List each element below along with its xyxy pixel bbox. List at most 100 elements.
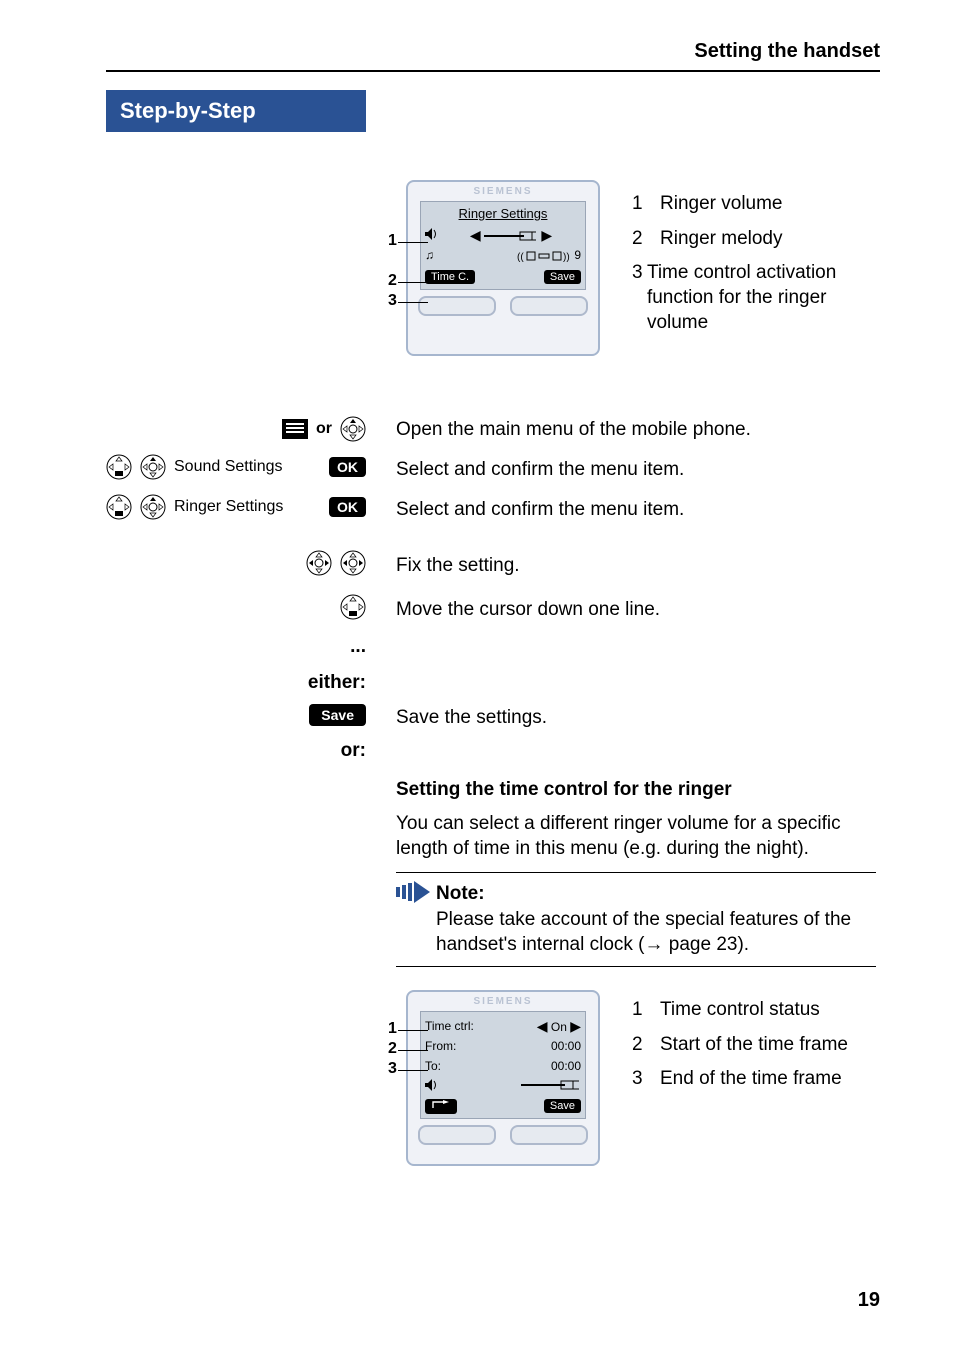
- softkeys: [418, 1125, 588, 1145]
- legend2-text-1: Time control status: [660, 998, 820, 1023]
- callout-1-line: [398, 1030, 428, 1031]
- device-brand: SIEMENS: [408, 186, 598, 197]
- nav-down-icon: [106, 454, 132, 480]
- handset-screen-time-control: SIEMENS Time ctrl: ◀ On ▶ From: 00:00 To…: [406, 990, 600, 1166]
- note-title: Note:: [436, 881, 876, 907]
- volume-slider-graphic: [521, 1079, 581, 1093]
- step-ringer-settings-row: Ringer Settings OK: [106, 494, 366, 520]
- step-by-step-banner: Step-by-Step: [106, 90, 366, 132]
- handset-screen-ringer-settings: SIEMENS Ringer Settings ◀ ▶: [406, 180, 600, 356]
- right-softkey: [510, 296, 588, 316]
- legend1-text-3: Time control activation function for the…: [647, 261, 882, 335]
- screen-row-to: To: 00:00: [425, 1056, 581, 1076]
- to-value: 00:00: [551, 1059, 581, 1073]
- step-move-cursor-icon: [106, 594, 366, 620]
- note-box: Note: Please take account of the special…: [396, 872, 876, 967]
- step-sound-settings-text: Select and confirm the menu item.: [396, 458, 876, 483]
- callout-2-line: [398, 282, 428, 283]
- header-rule: [106, 70, 880, 72]
- note-body-after: page 23).: [664, 934, 750, 955]
- left-softlabel: Time C.: [425, 270, 475, 284]
- device-screen: Ringer Settings ◀ ▶ ♫: [420, 201, 586, 290]
- legend1-num-2: 2: [632, 227, 660, 252]
- sound-settings-label: Sound Settings: [174, 458, 321, 476]
- speaker-icon: [425, 228, 441, 243]
- step-sound-settings-row: Sound Settings OK: [106, 454, 366, 480]
- ok-button: OK: [329, 457, 366, 477]
- nav-up-icon: [140, 454, 166, 480]
- right-softlabel: Save: [544, 1099, 581, 1113]
- screen-title: Ringer Settings: [425, 206, 581, 221]
- step-fix-setting-icons: [106, 550, 366, 576]
- screen-row-from: From: 00:00: [425, 1036, 581, 1056]
- legend1-item-1: 1 Ringer volume: [632, 192, 882, 217]
- softkeys: [418, 296, 588, 316]
- left-softkey: [418, 296, 496, 316]
- step-save-text: Save the settings.: [396, 706, 876, 731]
- right-softlabel: Save: [544, 270, 581, 284]
- back-softlabel: [425, 1099, 457, 1114]
- legend1-text-1: Ringer volume: [660, 192, 783, 217]
- nav-key-icon: [340, 416, 366, 442]
- ringer-settings-label: Ringer Settings: [174, 498, 321, 516]
- time-ctrl-value-text: On: [551, 1020, 567, 1034]
- legend2-num-2: 2: [632, 1033, 660, 1058]
- ellipsis: ...: [106, 636, 366, 658]
- legend2-text-2: Start of the time frame: [660, 1033, 848, 1058]
- subsection-para: You can select a different ringer volume…: [396, 812, 876, 861]
- step-open-menu-text: Open the main menu of the mobile phone.: [396, 418, 876, 443]
- step-ringer-settings-text: Select and confirm the menu item.: [396, 498, 876, 523]
- arrow-icon: →: [645, 934, 664, 955]
- legend2-num-1: 1: [632, 998, 660, 1023]
- device-screen: Time ctrl: ◀ On ▶ From: 00:00 To: 00:00: [420, 1011, 586, 1119]
- legend-device1: 1 Ringer volume 2 Ringer melody 3 Time c…: [632, 192, 882, 345]
- callout-3-line: [398, 302, 428, 303]
- nav-left-right-icon: [340, 550, 366, 576]
- legend2-text-3: End of the time frame: [660, 1067, 842, 1092]
- from-value: 00:00: [551, 1039, 581, 1053]
- callout-2: 2: [388, 272, 397, 290]
- page-number: 19: [858, 1289, 880, 1312]
- callout-3-line: [398, 1070, 428, 1071]
- note-bottom-rule: [396, 966, 876, 967]
- nav-down-icon: [340, 594, 366, 620]
- legend2-item-1: 1 Time control status: [632, 998, 882, 1023]
- step-open-menu-icons: or: [106, 416, 366, 442]
- legend1-num-1: 1: [632, 192, 660, 217]
- or-label: or: [316, 420, 332, 438]
- volume-slider-graphic: ◀ ▶: [441, 227, 581, 244]
- save-button: Save: [309, 704, 366, 726]
- save-button-wrap: Save: [106, 704, 366, 726]
- nav-down-icon: [106, 494, 132, 520]
- device-brand: SIEMENS: [408, 996, 598, 1007]
- legend-device2: 1 Time control status 2 Start of the tim…: [632, 998, 882, 1102]
- note-body-text: Please take account of the special featu…: [436, 907, 876, 958]
- subsection-heading: Setting the time control for the ringer: [396, 778, 876, 803]
- screen-row-timectrl: Time ctrl: ◀ On ▶: [425, 1016, 581, 1036]
- callout-3: 3: [388, 1060, 397, 1078]
- step-move-cursor-text: Move the cursor down one line.: [396, 598, 876, 623]
- page-header-title: Setting the handset: [694, 40, 880, 63]
- legend2-item-3: 3 End of the time frame: [632, 1067, 882, 1092]
- nav-up-icon: [140, 494, 166, 520]
- screen-row-melody: ♫ (( )) 9: [425, 245, 581, 265]
- callout-1-line: [398, 242, 428, 243]
- screen-row-vol: [425, 1076, 581, 1096]
- right-softkey: [510, 1125, 588, 1145]
- legend1-text-2: Ringer melody: [660, 227, 783, 252]
- softlabel-row: Save: [425, 1096, 581, 1116]
- nav-left-right-icon: [306, 550, 332, 576]
- legend1-item-2: 2 Ringer melody: [632, 227, 882, 252]
- legend1-item-3: 3 Time control activation function for t…: [632, 261, 882, 335]
- or-label-2: or:: [106, 740, 366, 762]
- menu-icon: [282, 419, 308, 439]
- callout-2: 2: [388, 1040, 397, 1058]
- legend1-num-3: 3: [632, 261, 647, 335]
- legend2-item-2: 2 Start of the time frame: [632, 1033, 882, 1058]
- callout-1: 1: [388, 232, 397, 250]
- legend2-num-3: 3: [632, 1067, 660, 1092]
- time-ctrl-value: ◀ On ▶: [537, 1018, 581, 1035]
- time-ctrl-label: Time ctrl:: [425, 1019, 474, 1033]
- svg-text:)): )): [563, 252, 570, 262]
- melody-value: 9: [574, 248, 581, 262]
